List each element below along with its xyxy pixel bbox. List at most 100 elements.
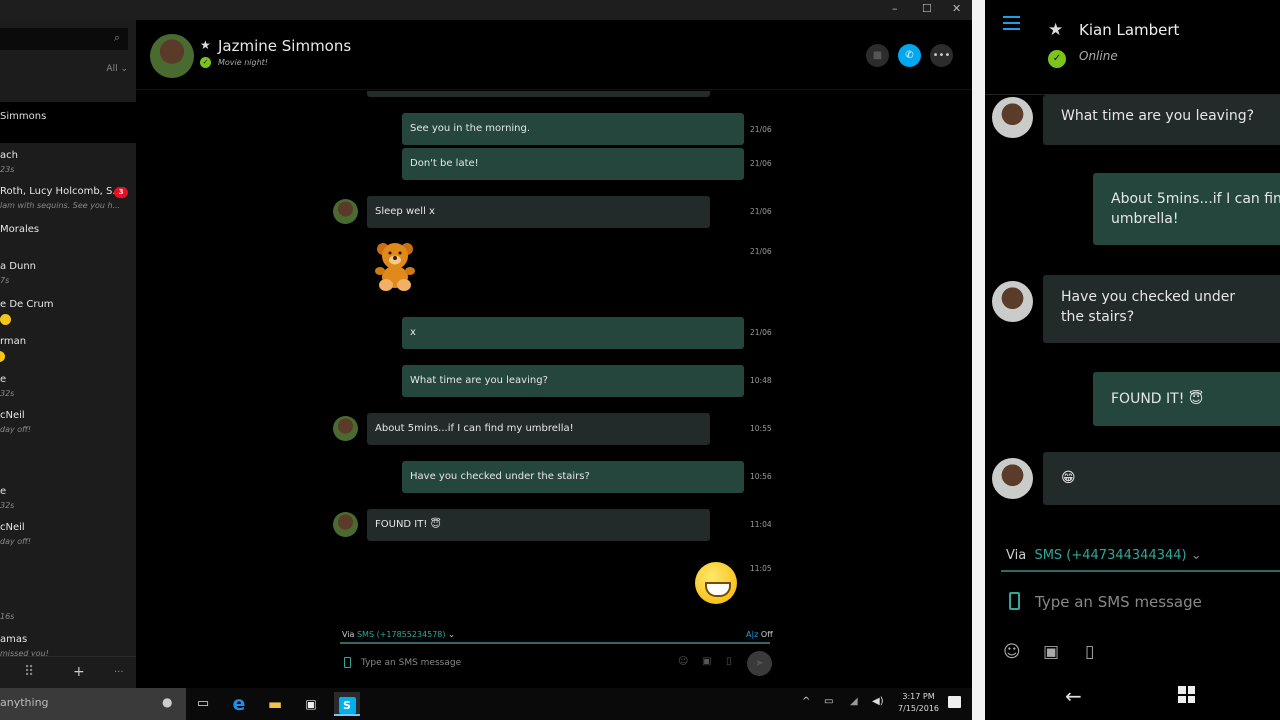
conversation-item[interactable]: a Dunn 7s — [0, 261, 136, 299]
search-text: anything — [0, 696, 49, 709]
status-text: Online — [1079, 49, 1118, 63]
message-bubble: FOUND IT! 😇 — [1093, 372, 1280, 426]
wifi-icon[interactable]: ◢ — [850, 696, 858, 707]
favorite-star-icon[interactable]: ★ — [1048, 20, 1063, 40]
timestamp: 10:55 — [750, 424, 772, 433]
timestamp: 11:05 — [750, 564, 772, 573]
timestamp: 10:56 — [750, 472, 772, 481]
contact-sub: 32s — [0, 501, 15, 510]
volume-icon[interactable]: ◀) — [872, 696, 884, 707]
contact-name: Roth, Lucy Holcomb, S... — [0, 186, 122, 197]
phone-sms-icon — [344, 657, 351, 668]
message-composer: Via SMS (+17855234578) ⌄ A|z Off ☺ ▣ ▯ ➤ — [136, 621, 972, 688]
close-button[interactable]: ✕ — [952, 2, 961, 15]
online-status-icon: ✓ — [1048, 50, 1066, 68]
contact-name: rman — [0, 336, 27, 347]
audio-call-button[interactable]: ✆ — [898, 44, 921, 67]
windows-start-icon[interactable] — [1178, 686, 1195, 703]
conversation-item[interactable]: Morales — [0, 224, 136, 262]
contact-name: cNeil — [0, 522, 25, 533]
message-input[interactable] — [1035, 590, 1265, 614]
contact-sub: day off! — [0, 425, 32, 434]
hamburger-menu-icon[interactable] — [1003, 16, 1020, 34]
action-center-icon[interactable] — [948, 696, 961, 708]
microphone-icon[interactable]: ● — [162, 695, 172, 709]
file-icon[interactable]: ▯ — [726, 656, 732, 667]
conversation-item[interactable]: rman — [0, 336, 136, 374]
contact-name[interactable]: Kian Lambert — [1079, 21, 1179, 39]
conversation-item[interactable]: cNeil day off! — [0, 410, 136, 448]
more-options-button[interactable]: ••• — [930, 44, 953, 67]
message-list: See you in the morning. 21/06 Don't be l… — [136, 91, 972, 621]
via-label: Via — [342, 630, 355, 639]
via-number: SMS (+17855234578) — [356, 630, 446, 639]
online-status-icon: ✓ — [200, 57, 211, 68]
filter-dropdown[interactable]: All ⌄ — [106, 64, 128, 74]
unread-badge: 3 — [114, 187, 128, 198]
emoji-icon[interactable]: ☺ — [1003, 642, 1021, 662]
phone-sms-icon — [1009, 592, 1020, 610]
contact-sub: 32s — [0, 389, 15, 398]
video-call-button[interactable]: ■ — [866, 44, 889, 67]
avatar — [333, 512, 358, 537]
avatar[interactable] — [150, 34, 194, 78]
send-button[interactable]: ➤ — [747, 651, 772, 676]
contact-name: e De Crum — [0, 299, 54, 310]
conversation-item[interactable]: e De Crum — [0, 299, 136, 337]
favorite-star-icon[interactable]: ★ — [200, 38, 211, 52]
message-bubble: x — [402, 317, 744, 349]
back-arrow-icon[interactable]: ← — [1065, 684, 1082, 708]
task-view-icon[interactable]: ▭ — [190, 692, 216, 716]
file-icon[interactable]: ▯ — [1085, 642, 1094, 662]
time: 3:17 PM — [902, 692, 935, 701]
maximize-button[interactable]: ☐ — [922, 2, 932, 15]
timestamp: 11:04 — [750, 520, 772, 529]
emoji-icon — [0, 351, 5, 364]
date: 7/15/2016 — [898, 704, 940, 713]
cortana-search-box[interactable]: anything ● — [0, 688, 186, 720]
conversation-item[interactable]: ach 23s — [0, 150, 136, 188]
translator-toggle[interactable]: A|z Off — [746, 630, 773, 639]
contact-sub: 23s — [0, 165, 15, 174]
add-icon[interactable]: + — [73, 664, 85, 680]
avatar — [992, 281, 1033, 322]
sms-via-selector[interactable]: Via SMS (+447344344344) ⌄ — [1006, 548, 1202, 563]
message-input[interactable] — [361, 653, 661, 673]
store-icon[interactable]: ▣ — [298, 692, 324, 716]
contact-sub: 7s — [0, 276, 10, 285]
conversation-sidebar: ⌕ All ⌄ Simmons ach 23s Roth, Lucy Holcom… — [0, 0, 136, 688]
message-bubble: Have you checked under the stairs? — [1043, 275, 1280, 343]
conversation-item[interactable]: Roth, Lucy Holcomb, S... lam with sequins… — [0, 186, 136, 224]
battery-icon[interactable]: ▭ — [824, 696, 833, 707]
message-bubble: 😁 — [1043, 452, 1280, 505]
timestamp: 21/06 — [750, 207, 772, 216]
message-bubble: About 5mins...if I can find umbrella! — [1093, 173, 1280, 245]
conversation-item[interactable]: e 32s — [0, 486, 136, 524]
edge-browser-icon[interactable]: e — [226, 692, 252, 716]
conversation-item[interactable]: cNeil day off! — [0, 522, 136, 560]
dialpad-icon[interactable]: ⠿ — [24, 664, 34, 680]
skype-taskbar-icon[interactable]: S — [334, 692, 360, 716]
message-bubble: What time are you leaving? — [402, 365, 744, 397]
skype-mobile-screen: ★ Kian Lambert ✓ Online What time are yo… — [985, 0, 1280, 720]
conversation-item[interactable]: 16s — [0, 597, 136, 635]
active-conversation[interactable]: Simmons — [0, 102, 136, 143]
clock[interactable]: 3:17 PM 7/15/2016 — [898, 691, 939, 715]
minimize-button[interactable]: – — [892, 2, 898, 15]
chevron-down-icon: ⌄ — [1190, 548, 1202, 563]
more-icon[interactable]: ··· — [114, 667, 124, 678]
search-icon: ⌕ — [113, 31, 120, 44]
image-icon[interactable]: ▣ — [702, 656, 711, 667]
screen-separator — [972, 0, 985, 720]
message-bubble: See you in the morning. — [402, 113, 744, 145]
emoji-icon[interactable]: ☺ — [678, 656, 688, 667]
windows-taskbar: anything ● ▭ e ▬ ▣ S ^ ▭ ◢ ◀) 3:17 PM 7/… — [0, 688, 972, 720]
sms-via-selector[interactable]: Via SMS (+17855234578) ⌄ — [342, 630, 455, 639]
conversation-item[interactable]: e 32s — [0, 374, 136, 412]
contact-name: e — [0, 486, 7, 497]
show-hidden-icons[interactable]: ^ — [802, 696, 810, 707]
file-explorer-icon[interactable]: ▬ — [262, 692, 288, 716]
image-icon[interactable]: ▣ — [1043, 642, 1059, 662]
search-box[interactable]: ⌕ — [0, 28, 128, 50]
contact-name[interactable]: Jazmine Simmons — [218, 37, 351, 55]
